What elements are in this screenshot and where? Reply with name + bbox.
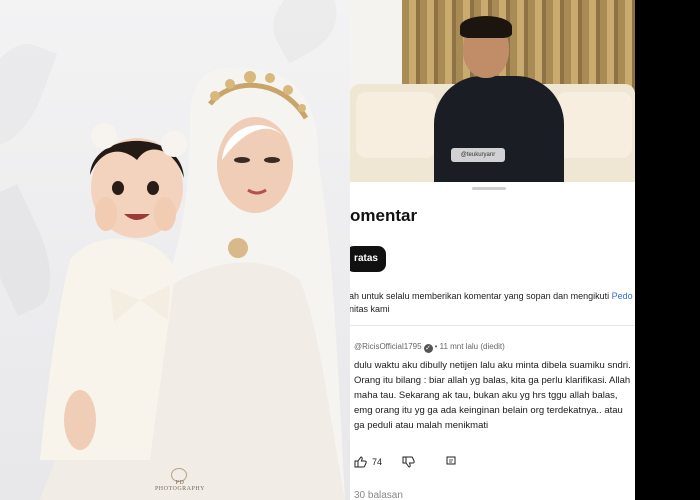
video-cushion	[356, 92, 436, 158]
comments-title: omentar	[350, 206, 418, 225]
notice-text: ah untuk selalu memberikan komentar yang…	[350, 291, 612, 301]
video-watermark: @teukuryanr	[451, 148, 505, 162]
video-person-hair	[460, 16, 512, 38]
divider	[350, 325, 635, 326]
reply-icon[interactable]	[446, 456, 457, 470]
comment-header: @RicisOfficial1795 ✓ • 11 mnt lalu (diedit…	[354, 342, 505, 353]
comment-meta: • 11 mnt lalu (diedit)	[434, 342, 505, 351]
sort-chip-top[interactable]: ratas	[350, 246, 386, 272]
sheet-drag-handle[interactable]	[472, 187, 506, 190]
comment-author[interactable]: @RicisOfficial1795	[354, 342, 422, 351]
dislike-icon[interactable]	[402, 456, 415, 471]
video-player[interactable]: @teukuryanr	[350, 0, 635, 182]
edge-black-bar	[635, 0, 700, 500]
photo-illustration	[40, 67, 345, 500]
verified-icon: ✓	[423, 344, 433, 353]
like-count: 74	[372, 457, 383, 467]
comment-guideline-notice: ah untuk selalu memberikan komentar yang…	[350, 290, 635, 316]
video-person-body	[434, 76, 564, 182]
like-icon[interactable]	[354, 456, 367, 471]
notice-text-line2: nitas kami	[350, 304, 390, 314]
comments-screen: @teukuryanr omentar ratas ah untuk selal…	[350, 0, 635, 500]
video-cushion	[556, 92, 632, 158]
comment-body: dulu waktu aku dibully netijen lalu aku …	[354, 360, 631, 431]
replies-link[interactable]: 30 balasan	[354, 490, 403, 500]
photo-credit: PD PHOTOGRAPHY	[154, 480, 206, 492]
family-photo: PD PHOTOGRAPHY	[0, 0, 350, 500]
guidelines-link[interactable]: Pedo	[612, 291, 633, 301]
